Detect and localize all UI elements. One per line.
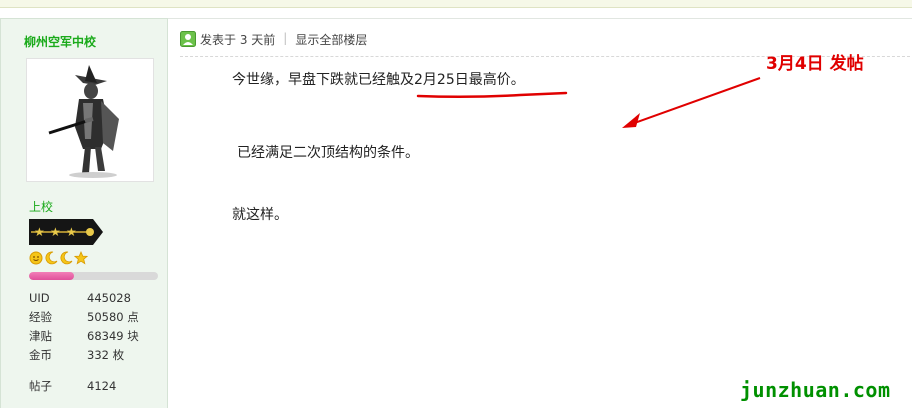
- stat-value[interactable]: 4124: [87, 377, 116, 396]
- rank-title[interactable]: 上校: [29, 198, 53, 215]
- stat-label: 金币: [29, 348, 52, 362]
- level-icons: [29, 251, 88, 265]
- watermark-text: junzhuan.com: [740, 378, 891, 402]
- stat-row: 金币 332 枚: [29, 346, 164, 365]
- avatar-samurai-image: [27, 59, 153, 181]
- credit-progress-bar: [29, 272, 158, 280]
- post-area: 发表于 3 天前 | 显示全部楼层 今世缘，早盘下跌就已经触及2月25日最高价。…: [168, 18, 912, 408]
- top-bar: [0, 0, 912, 8]
- header-separator: |: [283, 31, 288, 45]
- moon-icon: [45, 251, 58, 265]
- user-online-icon: [180, 31, 196, 47]
- stat-row: 津贴 68349 块: [29, 327, 164, 346]
- stat-value[interactable]: 445028: [87, 289, 131, 308]
- stat-label: 津贴: [29, 329, 52, 343]
- military-rank-badge-icon: ★ ★ ★: [29, 219, 103, 245]
- user-stats: UID 445028 经验 50580 点 津贴 68349 块 金币 332 …: [29, 289, 164, 396]
- avatar[interactable]: [26, 58, 154, 182]
- moon-icon: [60, 251, 73, 265]
- author-username[interactable]: 柳州空军中校: [24, 33, 96, 50]
- show-all-floors-link[interactable]: 显示全部楼层: [295, 31, 367, 48]
- stat-row: 帖子 4124: [29, 377, 164, 396]
- author-sidebar: 柳州空军中校 上校 ★ ★ ★ UID 445028 经验 50580 点 津贴…: [0, 18, 168, 408]
- stat-value: 332 枚: [87, 348, 125, 362]
- annotation-text: 3月4日 发帖: [766, 54, 864, 74]
- svg-text:★: ★: [34, 225, 45, 239]
- stat-label: 帖子: [29, 379, 52, 393]
- credit-progress-fill: [29, 272, 75, 280]
- post-line-1: 今世缘，早盘下跌就已经触及2月25日最高价。: [232, 72, 525, 88]
- svg-text:★: ★: [66, 225, 77, 239]
- post-line-2: 已经满足二次顶结构的条件。: [237, 145, 419, 161]
- sun-icon: [29, 251, 43, 265]
- svg-text:★: ★: [50, 225, 61, 239]
- stat-value: 68349 块: [87, 329, 139, 343]
- stat-value: 50580 点: [87, 310, 139, 324]
- stat-row: UID 445028: [29, 289, 164, 308]
- stat-label: UID: [29, 291, 50, 305]
- star-icon: [74, 251, 88, 265]
- post-line-3: 就这样。: [232, 207, 288, 223]
- stat-row: 经验 50580 点: [29, 308, 164, 327]
- stat-label: 经验: [29, 310, 52, 324]
- post-time: 发表于 3 天前: [200, 33, 276, 47]
